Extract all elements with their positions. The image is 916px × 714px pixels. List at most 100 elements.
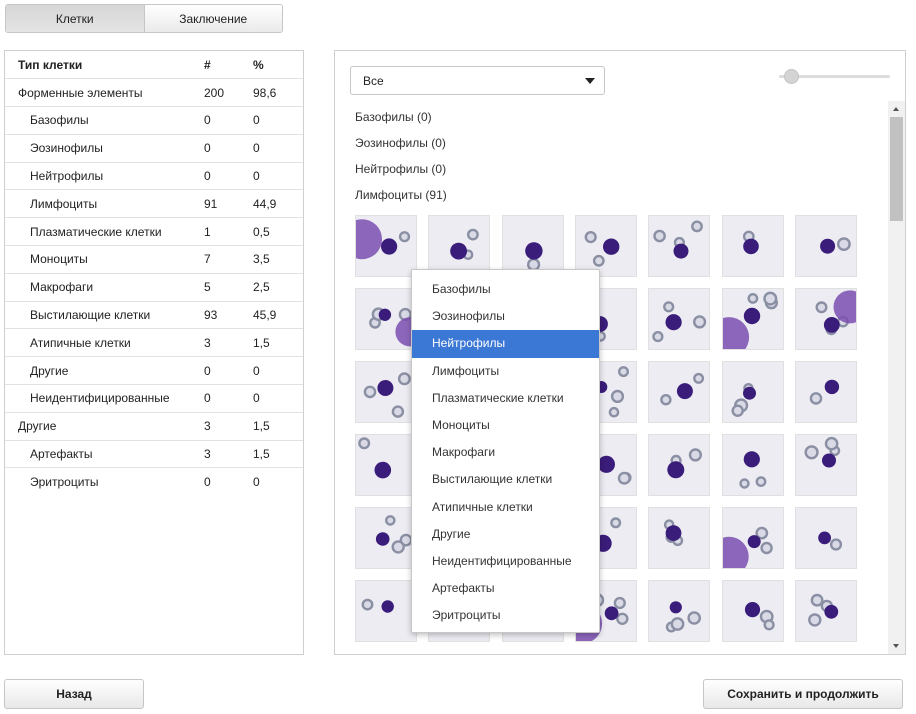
dropdown-option-other[interactable]: Другие <box>412 521 599 548</box>
cell-image-thumbnail[interactable] <box>355 580 417 642</box>
column-header-count: # <box>204 51 253 80</box>
group-list: Базофилы (0) Эозинофилы (0) Нейтрофилы (… <box>355 107 447 211</box>
cell-image-thumbnail[interactable] <box>721 215 784 277</box>
cell-image-thumbnail[interactable] <box>721 580 784 642</box>
cell-image-thumbnail[interactable] <box>648 361 711 423</box>
cell-image-thumbnail[interactable] <box>648 288 711 350</box>
row-percent: 3,5 <box>253 245 303 274</box>
dropdown-option-erythrocytes[interactable]: Эритроциты <box>412 602 599 629</box>
scrollbar-thumb[interactable] <box>890 117 903 221</box>
cell-image-thumbnail[interactable] <box>501 215 564 277</box>
table-row: Неидентифицированные 0 0 <box>5 384 303 413</box>
cell-image-thumbnail[interactable] <box>648 215 711 277</box>
row-percent: 2,5 <box>253 273 303 302</box>
row-name: Эритроциты <box>30 475 99 490</box>
column-header-type: Тип клетки <box>5 51 204 80</box>
row-count: 0 <box>204 106 253 135</box>
dropdown-option-artifacts[interactable]: Артефакты <box>412 575 599 602</box>
row-count: 0 <box>204 162 253 191</box>
cell-image-thumbnail[interactable] <box>355 361 417 423</box>
dropdown-option-lining-cells[interactable]: Выстилающие клетки <box>412 466 599 493</box>
dropdown-option-eosinophils[interactable]: Эозинофилы <box>412 303 599 330</box>
cell-image-thumbnail[interactable] <box>355 288 417 350</box>
group-label-basophils[interactable]: Базофилы (0) <box>355 107 447 133</box>
table-row: Форменные элементы 200 98,6 <box>5 78 303 108</box>
tab-conclusion[interactable]: Заключение <box>143 5 282 32</box>
group-label-eosinophils[interactable]: Эозинофилы (0) <box>355 133 447 159</box>
group-label-neutrophils[interactable]: Нейтрофилы (0) <box>355 159 447 185</box>
cell-image-thumbnail[interactable] <box>794 361 857 423</box>
table-row: Нейтрофилы 0 0 <box>5 162 303 191</box>
table-row: Эозинофилы 0 0 <box>5 134 303 163</box>
cell-image-thumbnail[interactable] <box>355 215 417 277</box>
table-row: Базофилы 0 0 <box>5 106 303 135</box>
dropdown-option-monocytes[interactable]: Моноциты <box>412 412 599 439</box>
cell-image-thumbnail[interactable] <box>721 288 784 350</box>
cell-image-thumbnail[interactable] <box>648 507 711 569</box>
cell-image-thumbnail[interactable] <box>355 507 417 569</box>
cell-image-thumbnail[interactable] <box>794 288 857 350</box>
row-name: Моноциты <box>5 245 204 274</box>
dropdown-option-plasma-cells[interactable]: Плазматические клетки <box>412 385 599 412</box>
cell-image-thumbnail[interactable] <box>794 507 857 569</box>
row-percent: 98,6 <box>253 78 303 108</box>
row-name: Лимфоциты <box>5 189 204 219</box>
cell-image-thumbnail[interactable] <box>721 434 784 496</box>
save-and-continue-button[interactable]: Сохранить и продолжить <box>703 679 903 709</box>
row-name: Нейтрофилы <box>5 162 204 191</box>
chevron-down-icon <box>585 78 595 84</box>
row-name: Базофилы <box>5 106 204 135</box>
cell-type-table: Тип клетки # % Форменные элементы 200 98,6… <box>5 51 303 496</box>
row-percent: 44,9 <box>253 189 303 219</box>
dropdown-option-basophils[interactable]: Базофилы <box>412 276 599 303</box>
scroll-down-arrow-icon[interactable] <box>893 644 899 648</box>
group-label-lymphocytes[interactable]: Лимфоциты (91) <box>355 185 447 211</box>
cell-image-thumbnail[interactable] <box>721 361 784 423</box>
row-name: Другие <box>5 412 204 441</box>
table-row: Артефакты 3 1,5 <box>5 440 303 469</box>
cell-image-thumbnail[interactable] <box>794 580 857 642</box>
cell-image-thumbnail[interactable] <box>428 215 491 277</box>
row-percent: 1,5 <box>253 440 303 469</box>
tab-cells[interactable]: Клетки <box>6 5 144 32</box>
dropdown-option-unidentified[interactable]: Неидентифицированные <box>412 548 599 575</box>
table-row: Макрофаги 5 2,5 <box>5 273 303 302</box>
dropdown-option-atypical-cells[interactable]: Атипичные клетки <box>412 494 599 521</box>
row-percent: 0 <box>253 475 260 490</box>
cell-image-thumbnail[interactable] <box>355 434 417 496</box>
tab-bar: Клетки Заключение <box>5 4 283 33</box>
dropdown-option-macrophages[interactable]: Макрофаги <box>412 439 599 466</box>
table-row: Другие 3 1,5 <box>5 412 303 441</box>
cell-type-filter-select[interactable]: Все <box>350 66 605 95</box>
row-count: 3 <box>204 440 253 469</box>
row-percent: 0 <box>253 162 303 191</box>
row-percent: 0 <box>253 384 303 413</box>
row-count: 91 <box>204 189 253 219</box>
gallery-scrollbar[interactable] <box>888 101 905 654</box>
cell-image-thumbnail[interactable] <box>794 215 857 277</box>
table-row: Плазматические клетки 1 0,5 <box>5 217 303 247</box>
row-percent: 1,5 <box>253 412 303 441</box>
dropdown-option-lymphocytes[interactable]: Лимфоциты <box>412 358 599 385</box>
cell-image-thumbnail[interactable] <box>794 434 857 496</box>
row-percent: 0,5 <box>253 217 303 247</box>
row-count: 0 <box>204 134 253 163</box>
column-header-percent: % <box>253 51 303 80</box>
row-count: 0 <box>204 384 253 413</box>
row-name: Плазматические клетки <box>5 217 204 247</box>
zoom-slider-handle[interactable] <box>784 69 799 84</box>
back-button[interactable]: Назад <box>4 679 144 709</box>
row-count: 3 <box>204 328 253 358</box>
cell-image-thumbnail[interactable] <box>648 434 711 496</box>
table-header-row: Тип клетки # % <box>5 51 303 80</box>
row-percent: 0 <box>253 356 303 386</box>
cell-image-thumbnail[interactable] <box>648 580 711 642</box>
scroll-up-arrow-icon[interactable] <box>893 107 899 111</box>
row-percent: 1,5 <box>253 328 303 358</box>
cell-image-thumbnail[interactable] <box>574 215 637 277</box>
dropdown-option-neutrophils[interactable]: Нейтрофилы <box>412 330 599 358</box>
row-percent: 0 <box>253 134 303 163</box>
cell-type-dropdown-menu: Базофилы Эозинофилы Нейтрофилы Лимфоциты… <box>411 269 600 633</box>
cell-image-thumbnail[interactable] <box>721 507 784 569</box>
table-row: Выстилающие клетки 93 45,9 <box>5 301 303 330</box>
